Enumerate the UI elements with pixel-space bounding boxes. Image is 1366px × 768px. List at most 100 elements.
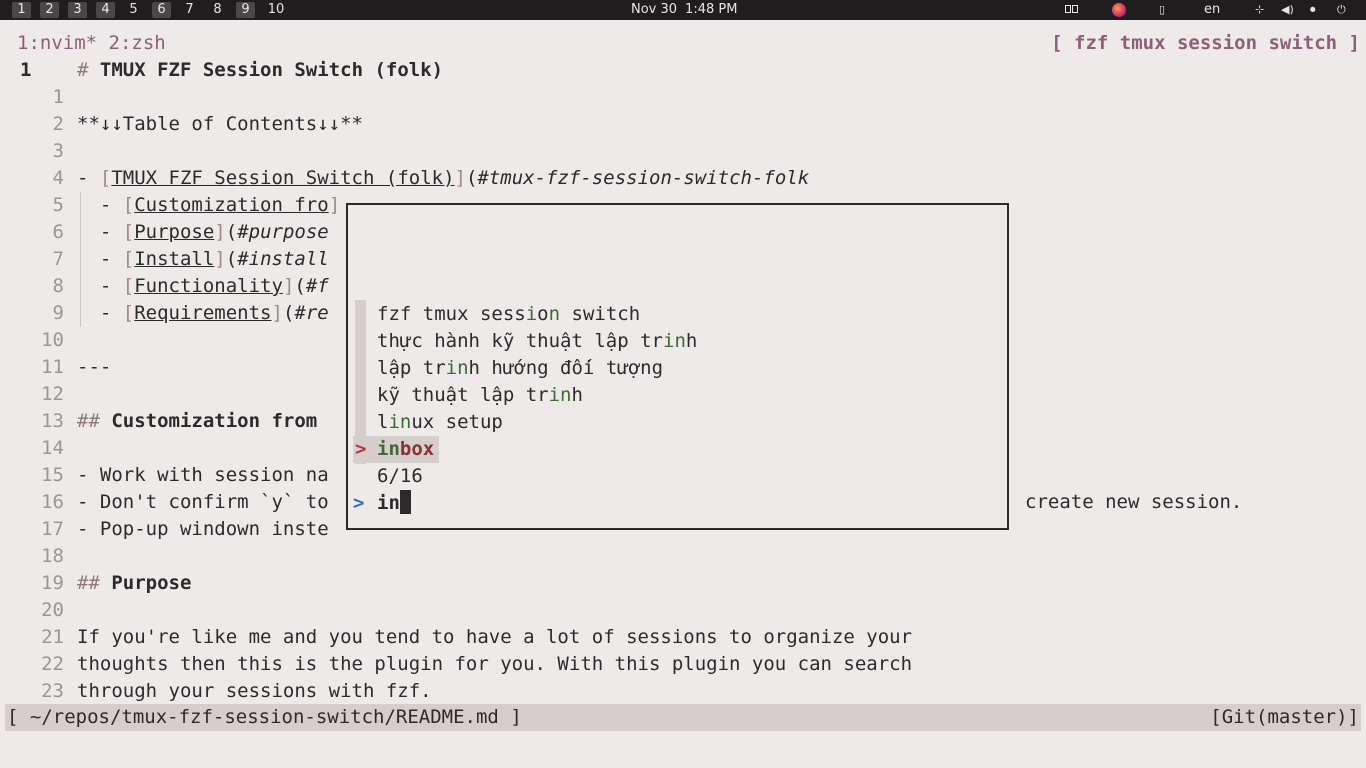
link-url: #install — [237, 248, 329, 270]
line-number: 11 — [41, 356, 64, 378]
line-number: 4 — [52, 167, 64, 189]
workspace-button[interactable]: 5 — [124, 2, 143, 18]
editor-line[interactable]: ## Purpose — [77, 570, 191, 597]
fzf-selected-item[interactable]: > inbox — [353, 436, 439, 463]
line-number: 1 — [52, 86, 64, 108]
editor-line[interactable]: - [Functionality](#f — [77, 273, 329, 300]
paren: ( — [225, 248, 238, 270]
workspace-button[interactable]: 4 — [96, 2, 115, 18]
toc-link[interactable]: Purpose — [134, 221, 214, 243]
item-text: fzf tmux sess — [377, 303, 526, 325]
editor-line[interactable]: - Don't confirm `y` to — [77, 489, 329, 516]
editor-line[interactable]: If you're like me and you tend to have a… — [77, 624, 912, 651]
fzf-result-item[interactable]: lập trinh hướng đối tượng — [377, 355, 663, 382]
microphone-icon[interactable]: ⏺ — [1310, 2, 1316, 18]
paren: ( — [282, 302, 295, 324]
git-branch: [Git(master)] — [1210, 706, 1359, 728]
title-line[interactable]: # TMUX FZF Session Switch (folk) — [77, 57, 443, 84]
editor-line[interactable]: - Pop-up windown inste — [77, 516, 329, 543]
workspace-button[interactable]: 1 — [12, 2, 31, 18]
line-number: 8 — [52, 275, 64, 297]
editor-line[interactable]: **↓↓Table of Contents↓↓** — [77, 111, 363, 138]
link-url: #tmux-fzf-session-switch-folk — [477, 167, 810, 189]
list-bullet: - — [77, 194, 123, 216]
line-text: through your sessions with fzf. — [77, 680, 432, 702]
clock[interactable]: Nov 30 1:48 PM — [631, 2, 745, 18]
language-indicator[interactable]: en — [1204, 2, 1220, 18]
workspace-button[interactable]: 8 — [208, 2, 227, 18]
link-url: #re — [294, 302, 329, 324]
status-line: [ ~/repos/tmux-fzf-session-switch/README… — [5, 704, 1361, 731]
fzf-query-input[interactable]: in — [377, 492, 400, 514]
line-number: 9 — [52, 302, 64, 324]
toc-link[interactable]: Install — [134, 248, 214, 270]
line-number: 5 — [52, 194, 64, 216]
line-text: thoughts then this is the plugin for you… — [77, 653, 913, 675]
line-text: If you're like me and you tend to have a… — [77, 626, 913, 648]
workspace-button[interactable]: 7 — [180, 2, 199, 18]
line-number: 19 — [41, 572, 64, 594]
workspace-button[interactable]: 3 — [68, 2, 87, 18]
selected-match: in — [377, 438, 400, 460]
match-char: i — [525, 303, 538, 325]
match-char: n — [548, 303, 561, 325]
link-url: #purpose — [237, 221, 329, 243]
tmux-session-label: [ fzf tmux session switch ] — [1051, 32, 1360, 54]
item-text: h — [685, 330, 698, 352]
fzf-result-item[interactable]: linux setup — [377, 409, 503, 436]
bracket: ] — [282, 275, 295, 297]
network-icon[interactable]: ⊹ — [1255, 2, 1264, 18]
workspace-button[interactable]: 6 — [152, 2, 171, 18]
editor-line[interactable]: thoughts then this is the plugin for you… — [77, 651, 912, 678]
workspace-button[interactable]: 2 — [40, 2, 59, 18]
fzf-result-item[interactable]: fzf tmux session switch — [377, 301, 640, 328]
editor-line[interactable]: - [Customization fro] — [77, 192, 340, 219]
layout-icon[interactable] — [1065, 2, 1078, 18]
firefox-icon[interactable] — [1112, 3, 1126, 19]
fzf-prompt[interactable]: > in — [353, 490, 411, 517]
editor-line[interactable]: ## Customization from — [77, 408, 317, 435]
tmux-window-list[interactable]: 1:nvim* 2:zsh — [17, 30, 166, 57]
match-char: n — [399, 411, 412, 433]
item-text: ux setup — [411, 411, 503, 433]
line-number: 13 — [41, 410, 64, 432]
editor-line[interactable]: - Work with session na — [77, 462, 329, 489]
clipboard-icon[interactable]: ▯ — [1159, 2, 1165, 18]
line-text-tail: create new session. — [1025, 491, 1243, 513]
toc-link[interactable]: TMUX FZF Session Switch (folk) — [111, 167, 454, 189]
item-text: o — [537, 303, 549, 325]
editor-line[interactable]: through your sessions with fzf. — [77, 678, 432, 705]
link-url: #f — [305, 275, 329, 297]
fzf-popup[interactable]: fzf tmux session switch thực hành kỹ thuậ… — [346, 203, 1009, 530]
line-number: 16 — [41, 491, 64, 513]
editor-line[interactable]: - [TMUX FZF Session Switch (folk)](#tmux… — [77, 165, 809, 192]
line-number: 21 — [41, 626, 64, 648]
volume-icon[interactable]: ◀) — [1281, 2, 1294, 18]
item-text: switch — [560, 303, 641, 325]
fzf-result-item[interactable]: thực hành kỹ thuật lập trinh — [377, 328, 697, 355]
editor-line[interactable]: - [Install](#install — [77, 246, 329, 273]
line-number: 6 — [52, 221, 64, 243]
match-char: n — [674, 330, 686, 352]
item-text: kỹ thuật lập tr — [377, 384, 549, 406]
toc-link[interactable]: Customization fro — [134, 194, 328, 216]
text-cursor — [399, 490, 411, 514]
line-text: **↓↓Table of Contents↓↓** — [77, 113, 363, 135]
editor-line[interactable]: - [Purpose](#purpose — [77, 219, 329, 246]
line-number: 7 — [52, 248, 64, 270]
workspace-button[interactable]: 9 — [236, 2, 255, 18]
editor-line[interactable]: - [Requirements](#re — [77, 300, 329, 327]
document-title: TMUX FZF Session Switch (folk) — [99, 59, 444, 81]
item-text: l — [377, 411, 389, 433]
item-text: lập tr — [377, 357, 446, 379]
list-bullet: - — [77, 221, 123, 243]
toc-link[interactable]: Functionality — [134, 275, 283, 297]
toc-link[interactable]: Requirements — [134, 302, 271, 324]
bracket: [ — [122, 302, 135, 324]
line-number: 3 — [52, 140, 64, 162]
editor-line[interactable]: --- — [77, 354, 111, 381]
paren: ( — [465, 167, 478, 189]
workspace-button[interactable]: 10 — [264, 2, 288, 18]
power-icon[interactable]: ⏻ — [1337, 2, 1346, 18]
fzf-result-item[interactable]: kỹ thuật lập trinh — [377, 382, 583, 409]
